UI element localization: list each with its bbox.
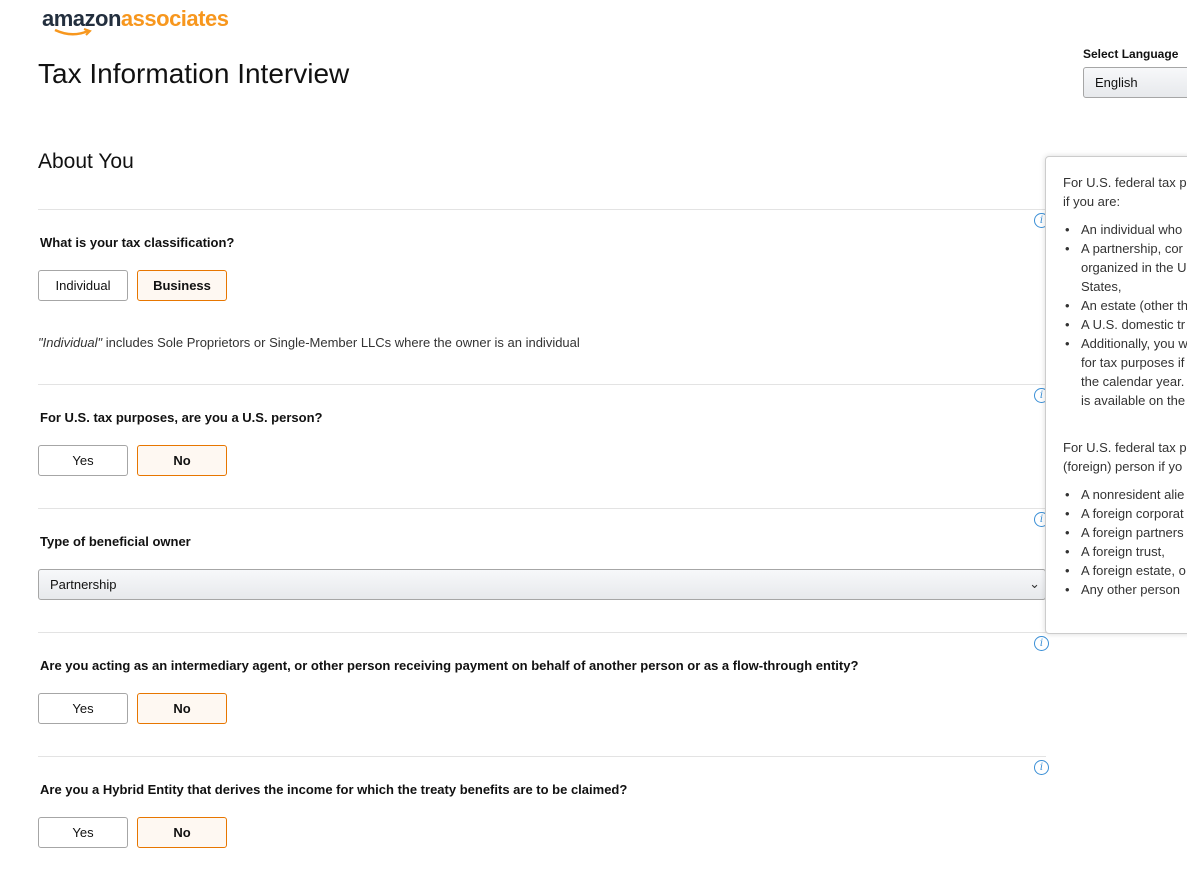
popover-list-item-text: States, (1081, 279, 1122, 294)
popover-intro-foreign-line2: (foreign) person if yo (1063, 459, 1183, 474)
us-person-yes-button[interactable]: Yes (38, 445, 128, 476)
popover-list-item: Any other person (1063, 580, 1187, 599)
popover-intro-us: For U.S. federal tax p if you are: (1063, 173, 1187, 211)
popover-list-item-text: is available on the (1081, 393, 1186, 408)
popover-list-item-text: A partnership, cor (1081, 241, 1183, 256)
hybrid-entity-question: Are you a Hybrid Entity that derives the… (40, 782, 628, 797)
hybrid-no-button[interactable]: No (137, 817, 227, 848)
individual-button[interactable]: Individual (38, 270, 128, 301)
language-label: Select Language (1083, 47, 1179, 61)
popover-list-item-text: the calendar year. (1081, 374, 1185, 389)
popover-intro-us-line2: if you are: (1063, 194, 1121, 209)
popover-list-item: Additionally, you w for tax purposes if th… (1063, 334, 1187, 410)
popover-list-item: A nonresident alie (1063, 485, 1187, 504)
popover-list-item-text: for tax purposes if (1081, 355, 1185, 370)
section-divider (38, 508, 1046, 509)
classification-note-text: includes Sole Proprietors or Single-Memb… (102, 335, 580, 350)
business-button[interactable]: Business (137, 270, 227, 301)
section-divider (38, 756, 1046, 757)
section-divider (38, 384, 1046, 385)
popover-list-item: A foreign estate, o (1063, 561, 1187, 580)
popover-list-item: An individual who (1063, 220, 1187, 239)
popover-list-item: A foreign corporat (1063, 504, 1187, 523)
popover-list-item: An estate (other th (1063, 296, 1187, 315)
us-person-no-button[interactable]: No (137, 445, 227, 476)
popover-intro-foreign-line1: For U.S. federal tax p (1063, 440, 1187, 455)
popover-intro-us-line1: For U.S. federal tax p (1063, 175, 1187, 190)
language-select-value: English (1095, 75, 1138, 90)
amazon-associates-logo[interactable]: amazonassociates (42, 6, 229, 36)
amazon-smile-arrow-icon (54, 28, 92, 36)
popover-list-item: A foreign partners (1063, 523, 1187, 542)
popover-list-item: A foreign trust, (1063, 542, 1187, 561)
classification-note: "Individual" includes Sole Proprietors o… (38, 335, 580, 350)
page-title: Tax Information Interview (38, 58, 350, 89)
popover-list-item: A partnership, cor organized in the U Stat… (1063, 239, 1187, 296)
us-person-info-popover: For U.S. federal tax p if you are: An ind… (1045, 156, 1187, 634)
beneficial-owner-question: Type of beneficial owner (40, 534, 191, 549)
section-divider (38, 209, 1046, 210)
hybrid-yes-button[interactable]: Yes (38, 817, 128, 848)
popover-list-item: A U.S. domestic tr (1063, 315, 1187, 334)
popover-list-item-text: Additionally, you w (1081, 336, 1187, 351)
popover-foreign-list: A nonresident alie A foreign corporat A … (1063, 485, 1187, 599)
popover-us-list: An individual who A partnership, cor orga… (1063, 220, 1187, 410)
popover-list-item-text: organized in the U (1081, 260, 1187, 275)
section-divider (38, 632, 1046, 633)
intermediary-no-button[interactable]: No (137, 693, 227, 724)
us-person-question: For U.S. tax purposes, are you a U.S. pe… (40, 410, 323, 425)
tax-classification-question: What is your tax classification? (40, 235, 235, 250)
popover-intro-foreign: For U.S. federal tax p (foreign) person i… (1063, 438, 1187, 476)
info-icon[interactable]: i (1034, 636, 1049, 651)
logo-associates-text: associates (120, 6, 229, 31)
intermediary-yes-button[interactable]: Yes (38, 693, 128, 724)
classification-note-italic: "Individual" (38, 335, 103, 350)
section-title: About You (38, 150, 134, 173)
info-icon[interactable]: i (1034, 760, 1049, 775)
language-select[interactable]: English (1083, 67, 1187, 98)
beneficial-owner-value: Partnership (50, 577, 117, 592)
beneficial-owner-select[interactable]: Partnership ⌄ (38, 569, 1046, 600)
intermediary-question: Are you acting as an intermediary agent,… (40, 658, 859, 673)
chevron-down-icon: ⌄ (1029, 576, 1040, 591)
